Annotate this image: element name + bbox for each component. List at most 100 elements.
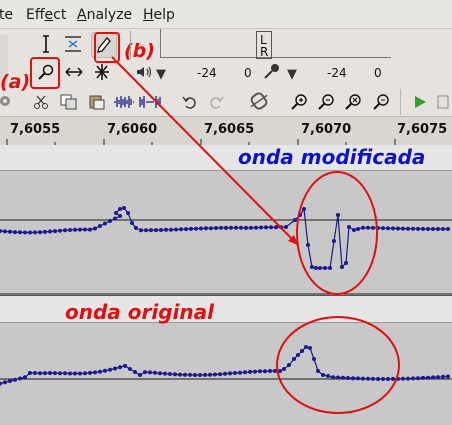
waveform-sample-point: [178, 372, 182, 377]
record-zero-label: 0: [374, 66, 382, 80]
trim-icon[interactable]: [112, 90, 136, 114]
waveform-sample-point: [332, 239, 336, 243]
waveform-sample-point: [421, 375, 425, 380]
copy-icon[interactable]: [57, 90, 81, 114]
waveform-sample-point: [173, 372, 177, 377]
waveform-sample-point: [134, 226, 138, 230]
waveform-sample-point: [248, 369, 252, 374]
waveform-sample-point: [376, 226, 380, 230]
waveform-sample-point: [426, 375, 430, 380]
waveform-sample-point: [268, 369, 272, 373]
silence-icon[interactable]: [138, 90, 162, 114]
waveform-sample-point: [411, 226, 415, 231]
waveform-sample-point: [258, 369, 262, 374]
cut-icon[interactable]: [29, 90, 53, 114]
ruler-tick-label: 7,6070: [301, 122, 352, 137]
ibeam-icon[interactable]: [34, 32, 58, 56]
partial-toolbar-button[interactable]: [433, 90, 452, 114]
sync-lock-icon[interactable]: [245, 88, 273, 114]
fit-project-icon[interactable]: [369, 90, 393, 114]
timeshift-icon[interactable]: [62, 60, 86, 84]
record-meter[interactable]: [160, 29, 391, 58]
annotation-box-b: [94, 32, 120, 63]
waveform-sample-point: [158, 371, 162, 376]
waveform-sample-point: [386, 226, 390, 231]
envelope-icon[interactable]: [61, 32, 85, 56]
waveform-sample-point: [28, 230, 32, 235]
menu-item-effect[interactable]: Effect: [26, 7, 66, 23]
zoom-out-icon[interactable]: [314, 90, 338, 114]
zoom-in-icon[interactable]: [287, 90, 311, 114]
waveform-sample-point: [308, 346, 312, 350]
waveform-sample-point: [139, 228, 143, 233]
track-modified-label: onda modificada: [238, 145, 426, 169]
waveform-sample-point: [179, 227, 183, 232]
waveform-sample-point: [98, 369, 102, 374]
paste-icon[interactable]: [85, 90, 109, 114]
multi-tool-icon[interactable]: [90, 60, 114, 84]
playback-dropdown-icon[interactable]: ▼: [156, 67, 166, 82]
waveform-sample-point: [264, 225, 268, 230]
waveform-sample-point: [169, 227, 173, 232]
menu-item-analyze[interactable]: Analyze: [77, 7, 132, 23]
waveform-sample-point: [138, 373, 142, 377]
waveform-sample-point: [126, 211, 130, 215]
waveform-sample-point: [228, 371, 232, 376]
timeline-ruler[interactable]: 7,6055 7,6060 7,6065 7,6070 7,6075: [0, 116, 452, 146]
ruler-tick-label: 7,6055: [10, 122, 61, 137]
record-db-label: -24: [327, 66, 347, 80]
waveform-sample-point: [183, 372, 187, 377]
fit-selection-icon[interactable]: [341, 90, 365, 114]
waveform-sample-point: [73, 227, 77, 232]
redo-icon[interactable]: [204, 90, 228, 114]
waveform-sample-point: [33, 371, 37, 375]
waveform-sample-point: [321, 373, 325, 377]
waveform-sample-point: [371, 225, 375, 230]
waveform-sample-point: [269, 225, 273, 230]
speaker-icon: [136, 65, 152, 83]
gear-icon[interactable]: [0, 91, 12, 111]
waveform-sample-point: [401, 226, 405, 231]
waveform-sample-point: [123, 363, 127, 368]
waveform-sample-point: [93, 226, 97, 231]
waveform-sample-point: [401, 376, 405, 381]
waveform-sample-point: [189, 226, 193, 231]
waveform-sample-point: [316, 369, 320, 373]
track-modified[interactable]: onda modificada: [0, 145, 452, 297]
menu-item-edit[interactable]: te: [0, 7, 13, 23]
waveform-sample-point: [302, 207, 306, 211]
play-icon[interactable]: [408, 90, 432, 114]
waveform-sample-point: [168, 372, 172, 376]
waveform-sample-point: [13, 377, 17, 382]
waveform-sample-point: [144, 228, 148, 233]
waveform-sample-point: [0, 229, 2, 233]
waveform-sample-point: [341, 375, 345, 380]
waveform-sample-point: [331, 375, 335, 380]
menu-item-help[interactable]: Help: [143, 7, 175, 23]
waveform-sample-point: [416, 226, 420, 231]
waveform-sample-point: [296, 353, 300, 357]
waveform-sample-point: [436, 227, 440, 231]
waveform-sample-point: [103, 368, 107, 373]
waveform-sample-point: [249, 225, 253, 230]
waveform-sample-point: [219, 225, 223, 230]
record-dropdown-icon[interactable]: ▼: [287, 67, 297, 82]
waveform-sample-point: [396, 226, 400, 231]
waveform-sample-point: [361, 376, 365, 381]
waveform-sample-point: [18, 230, 22, 235]
undo-icon[interactable]: [178, 90, 202, 114]
track-original[interactable]: onda original: [0, 297, 452, 425]
waveform-sample-point: [229, 225, 233, 230]
waveform-sample-point: [278, 369, 282, 373]
waveform-sample-point: [93, 370, 97, 375]
waveform-sample-point: [336, 213, 340, 217]
waveform-sample-point: [78, 371, 82, 376]
waveform-sample-point: [436, 375, 440, 380]
waveform-sample-point: [174, 227, 178, 232]
waveform-sample-point: [300, 349, 304, 353]
waveform-sample-point: [310, 265, 314, 269]
waveform-sample-point: [344, 261, 348, 265]
waveform-sample-point: [287, 363, 291, 367]
waveform-sample-point: [284, 225, 288, 229]
waveform-sample-point: [68, 371, 72, 376]
